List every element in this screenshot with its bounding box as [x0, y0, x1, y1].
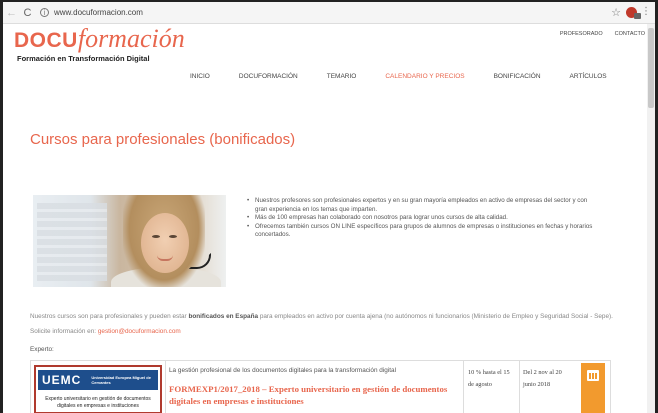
nav-inicio[interactable]: INICIO [190, 73, 210, 80]
course-dates: Del 2 nov al 20 junio 2018 [523, 369, 562, 388]
course-name-link[interactable]: FORMEXP1/2017_2018 – Experto universitar… [169, 383, 459, 407]
column-divider [463, 361, 464, 413]
link-profesorado[interactable]: PROFESORADO [560, 31, 603, 37]
bookmark-star-icon[interactable]: ☆ [611, 6, 621, 19]
site-logo[interactable]: DOCU formación [14, 24, 185, 53]
uemc-logo[interactable]: UEMC Universidad Europea Miguel de Cerva… [34, 365, 162, 413]
list-item: Más de 100 empresas han colaborado con n… [246, 214, 596, 223]
uemc-university-name: Universidad Europea Miguel de Cervantes [91, 375, 151, 385]
nav-docuformacion[interactable]: DOCUFORMACIÓN [239, 73, 298, 80]
list-item: Nuestros profesores son profesionales ex… [246, 197, 596, 214]
back-arrow-icon[interactable]: ← [5, 7, 18, 19]
nav-articulos[interactable]: ARTÍCULOS [570, 73, 607, 80]
calendar-icon [587, 370, 599, 381]
uemc-subtitle: Experto universitario en gestión de docu… [45, 396, 151, 409]
list-item: Ofrecemos también cursos ON LINE específ… [246, 223, 596, 240]
info-icon[interactable]: i [40, 8, 49, 17]
course-description: La gestión profesional de los documentos… [169, 367, 397, 374]
top-links: PROFESORADO CONTACTO [560, 31, 645, 37]
main-nav: INICIO DOCUFORMACIÓN TEMARIO CALENDARIO … [190, 73, 636, 80]
nav-temario[interactable]: TEMARIO [327, 73, 357, 80]
logo-docu: DOCU [14, 29, 78, 52]
nav-bonificacion[interactable]: BONIFICACIÓN [494, 73, 541, 80]
intro-text-1: Nuestros cursos son para profesionales y… [30, 313, 189, 320]
column-divider [165, 361, 166, 413]
column-divider [519, 361, 520, 413]
site-tagline: Formación en Transformación Digital [17, 54, 150, 63]
features-list: Nuestros profesores son profesionales ex… [246, 197, 596, 240]
link-contacto[interactable]: CONTACTO [615, 31, 645, 37]
email-link[interactable]: gestion@docuformacion.com [98, 328, 181, 335]
operator-photo [33, 195, 226, 287]
uemc-logo-text: UEMC [42, 373, 82, 387]
page-title: Cursos para profesionales (bonificados) [30, 131, 296, 148]
experto-label: Experto: [30, 346, 54, 353]
scrollbar-thumb[interactable] [648, 28, 654, 108]
logo-formacion: formación [77, 24, 185, 53]
extension-badge-icon [634, 13, 641, 19]
course-discount: 10 % hasta el 15 de agosto [468, 369, 510, 388]
intro-bold: bonificados en España [188, 313, 259, 320]
intro-paragraph: Nuestros cursos son para profesionales y… [30, 309, 630, 339]
browser-menu-icon[interactable]: ⋮ [641, 6, 651, 17]
reload-icon[interactable]: C [21, 7, 34, 19]
address-bar[interactable]: i www.docuformacion.com [40, 5, 143, 21]
browser-toolbar: ← C i www.docuformacion.com ☆ ⋮ [3, 2, 655, 24]
calendar-button[interactable] [581, 363, 605, 413]
nav-calendario-precios[interactable]: CALENDARIO Y PRECIOS [385, 73, 464, 80]
url-text[interactable]: www.docuformacion.com [54, 8, 143, 17]
course-row: UEMC Universidad Europea Miguel de Cerva… [30, 360, 611, 413]
